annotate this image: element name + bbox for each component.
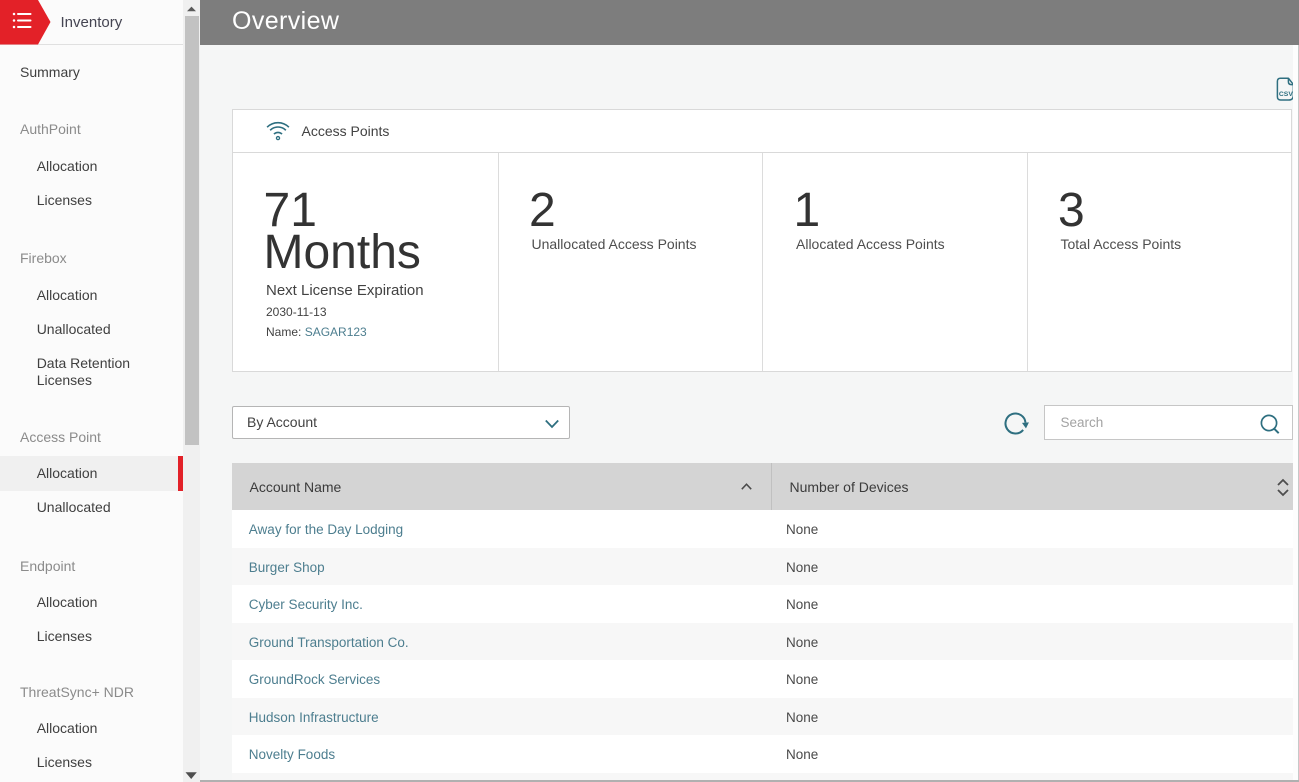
svg-text:CSV: CSV	[1279, 91, 1293, 98]
